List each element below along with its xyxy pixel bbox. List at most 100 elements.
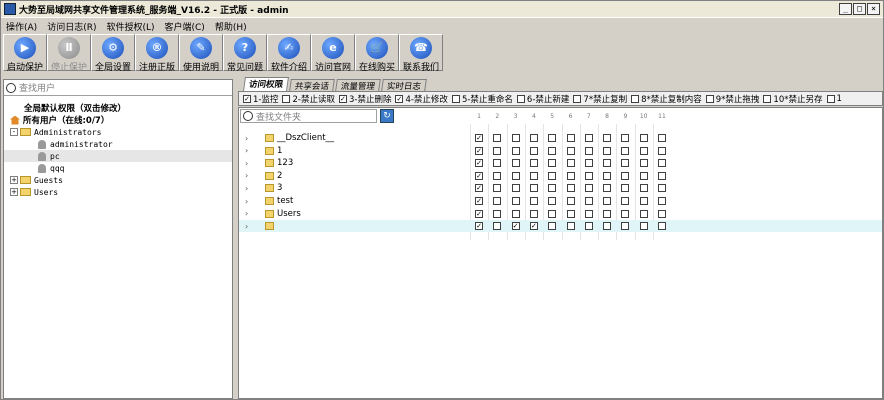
- permission-cell-checkbox[interactable]: [584, 184, 593, 193]
- permission-cell-checkbox[interactable]: [603, 209, 612, 218]
- permission-cell-checkbox[interactable]: ✓: [475, 222, 483, 231]
- chevron-right-icon[interactable]: ›: [245, 184, 248, 193]
- permission-cell-checkbox[interactable]: ✓: [475, 209, 483, 218]
- permission-cell-checkbox[interactable]: [566, 159, 575, 168]
- permission-cell-checkbox[interactable]: [548, 171, 557, 180]
- permission-cell-checkbox[interactable]: [621, 197, 630, 205]
- menu-client[interactable]: 客户端(C): [160, 20, 210, 33]
- permission-cell-checkbox[interactable]: [529, 171, 538, 180]
- permission-cell-checkbox[interactable]: [658, 197, 666, 205]
- tree-node[interactable]: - Administrators: [4, 126, 232, 138]
- permission-cell-checkbox[interactable]: [529, 134, 538, 142]
- permission-cell-checkbox[interactable]: [566, 134, 575, 142]
- permission-cell-checkbox[interactable]: ✓: [529, 222, 538, 231]
- permission-cell-checkbox[interactable]: [639, 159, 648, 168]
- permission-cell-checkbox[interactable]: [584, 146, 593, 155]
- permission-cell-checkbox[interactable]: [658, 146, 666, 155]
- chevron-right-icon[interactable]: ›: [245, 222, 248, 231]
- permission-cell-checkbox[interactable]: [548, 159, 557, 168]
- permission-cell-checkbox[interactable]: ✓: [475, 197, 483, 205]
- permission-cell-checkbox[interactable]: [584, 134, 593, 142]
- permission-cell-checkbox[interactable]: [639, 222, 648, 231]
- chevron-right-icon[interactable]: ›: [245, 159, 248, 168]
- permission-cell-checkbox[interactable]: [566, 184, 575, 193]
- tab-0[interactable]: 访问权限: [243, 77, 289, 91]
- expand-icon[interactable]: +: [10, 176, 18, 184]
- permission-checkbox[interactable]: [763, 94, 772, 103]
- permission-cell-checkbox[interactable]: [548, 146, 557, 155]
- permission-option[interactable]: 1: [826, 94, 842, 104]
- tab-2[interactable]: 流量管理: [335, 79, 381, 92]
- permission-cell-checkbox[interactable]: [639, 134, 648, 142]
- permission-cell-checkbox[interactable]: [548, 134, 557, 142]
- permission-cell-checkbox[interactable]: [529, 184, 538, 193]
- permission-checkbox[interactable]: [631, 94, 640, 103]
- menu-help[interactable]: 帮助(H): [210, 20, 252, 33]
- tab-1[interactable]: 共享会话: [289, 79, 335, 92]
- permission-option[interactable]: ✓ 4-禁止修改: [395, 93, 448, 105]
- chevron-right-icon[interactable]: ›: [245, 197, 248, 206]
- permission-cell-checkbox[interactable]: [621, 159, 630, 168]
- permission-cell-checkbox[interactable]: [493, 159, 502, 168]
- permission-cell-checkbox[interactable]: [639, 184, 648, 193]
- toolbar-button-3[interactable]: ® 注册正版: [135, 34, 179, 73]
- permission-cell-checkbox[interactable]: [603, 134, 612, 142]
- permission-cell-checkbox[interactable]: [566, 146, 575, 155]
- permission-cell-checkbox[interactable]: [621, 146, 630, 155]
- permission-cell-checkbox[interactable]: [658, 184, 666, 193]
- permission-cell-checkbox[interactable]: [529, 209, 538, 218]
- permission-cell-checkbox[interactable]: [603, 146, 612, 155]
- permission-cell-checkbox[interactable]: [529, 159, 538, 168]
- permission-cell-checkbox[interactable]: [529, 146, 538, 155]
- permission-cell-checkbox[interactable]: [493, 209, 502, 218]
- permission-cell-checkbox[interactable]: [584, 171, 593, 180]
- permission-cell-checkbox[interactable]: [584, 209, 593, 218]
- tree-node[interactable]: 全局默认权限（双击修改）: [4, 102, 232, 114]
- permission-cell-checkbox[interactable]: [548, 184, 557, 193]
- permission-option[interactable]: 10*禁止另存: [763, 93, 823, 105]
- user-search[interactable]: 查找用户: [4, 80, 232, 96]
- permission-checkbox[interactable]: ✓: [243, 94, 251, 103]
- tree-node[interactable]: qqq: [4, 162, 232, 174]
- menu-operate[interactable]: 操作(A): [1, 20, 42, 33]
- folder-row[interactable]: › Users ✓: [239, 208, 882, 220]
- permission-checkbox[interactable]: [573, 94, 582, 103]
- permission-cell-checkbox[interactable]: [511, 134, 520, 142]
- maximize-button[interactable]: □: [853, 3, 866, 15]
- permission-cell-checkbox[interactable]: [658, 222, 666, 231]
- permission-cell-checkbox[interactable]: [603, 159, 612, 168]
- permission-cell-checkbox[interactable]: ✓: [475, 134, 483, 142]
- toolbar-button-9[interactable]: ☎ 联系我们: [399, 34, 443, 73]
- permission-cell-checkbox[interactable]: ✓: [475, 184, 483, 193]
- permission-cell-checkbox[interactable]: ✓: [475, 146, 483, 155]
- permission-option[interactable]: 5-禁止重命名: [451, 93, 513, 105]
- permission-checkbox[interactable]: ✓: [338, 94, 347, 103]
- permission-cell-checkbox[interactable]: [529, 197, 538, 205]
- permission-cell-checkbox[interactable]: [511, 159, 520, 168]
- permission-option[interactable]: 7*禁止复制: [573, 93, 627, 105]
- tab-3[interactable]: 实时日志: [381, 79, 427, 92]
- permission-cell-checkbox[interactable]: [493, 146, 502, 155]
- permission-cell-checkbox[interactable]: ✓: [511, 222, 520, 231]
- permission-cell-checkbox[interactable]: [603, 184, 612, 193]
- permission-cell-checkbox[interactable]: [639, 197, 648, 205]
- permission-cell-checkbox[interactable]: [621, 209, 630, 218]
- permission-cell-checkbox[interactable]: [511, 171, 520, 180]
- minimize-button[interactable]: _: [839, 3, 852, 15]
- permission-cell-checkbox[interactable]: [658, 134, 666, 142]
- folder-row[interactable]: › 1 ✓: [239, 145, 882, 157]
- toolbar-button-8[interactable]: 🛒 在线购买: [355, 34, 399, 73]
- permission-cell-checkbox[interactable]: [639, 209, 648, 218]
- toolbar-button-2[interactable]: ⚙ 全局设置: [91, 34, 135, 73]
- permission-option[interactable]: 6-禁止新建: [516, 93, 569, 105]
- permission-option[interactable]: ✓ 1-监控: [243, 93, 278, 105]
- permission-cell-checkbox[interactable]: [621, 171, 630, 180]
- permission-checkbox[interactable]: [516, 94, 525, 103]
- permission-cell-checkbox[interactable]: [566, 171, 575, 180]
- permission-cell-checkbox[interactable]: ✓: [475, 171, 483, 180]
- permission-option[interactable]: ✓ 3-禁止删除: [338, 93, 391, 105]
- folder-row[interactable]: › __DszClient__ ✓: [239, 132, 882, 144]
- permission-cell-checkbox[interactable]: [658, 171, 666, 180]
- permission-cell-checkbox[interactable]: [621, 222, 630, 231]
- chevron-right-icon[interactable]: ›: [245, 171, 248, 180]
